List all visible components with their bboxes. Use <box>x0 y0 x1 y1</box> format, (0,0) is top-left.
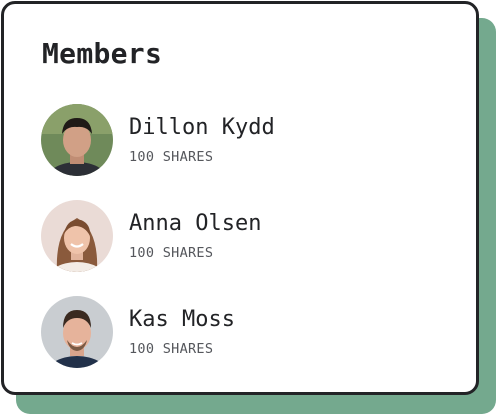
member-info: Anna Olsen 100 SHARES <box>129 210 261 262</box>
member-info: Kas Moss 100 SHARES <box>129 306 235 358</box>
members-widget: Members Dillon Kydd 100 SHARES Anna Olse… <box>0 0 498 416</box>
member-name: Anna Olsen <box>129 211 262 236</box>
member-item-kas-moss[interactable]: Kas Moss 100 SHARES <box>41 296 275 368</box>
members-card: Members Dillon Kydd 100 SHARES Anna Olse… <box>1 1 479 395</box>
member-item-anna-olsen[interactable]: Anna Olsen 100 SHARES <box>41 200 275 272</box>
member-item-dillon-kydd[interactable]: Dillon Kydd 100 SHARES <box>41 104 275 176</box>
card-title: Members <box>42 37 163 70</box>
member-shares: 100 SHARES <box>129 149 214 165</box>
member-info: Dillon Kydd 100 SHARES <box>129 114 275 166</box>
avatar[interactable] <box>41 296 113 368</box>
member-shares: 100 SHARES <box>129 245 214 261</box>
avatar[interactable] <box>41 104 113 176</box>
member-shares: 100 SHARES <box>129 341 214 357</box>
avatar[interactable] <box>41 200 113 272</box>
member-list: Dillon Kydd 100 SHARES Anna Olsen 100 SH… <box>41 104 275 392</box>
member-name: Kas Moss <box>129 307 235 332</box>
member-name: Dillon Kydd <box>129 115 275 140</box>
